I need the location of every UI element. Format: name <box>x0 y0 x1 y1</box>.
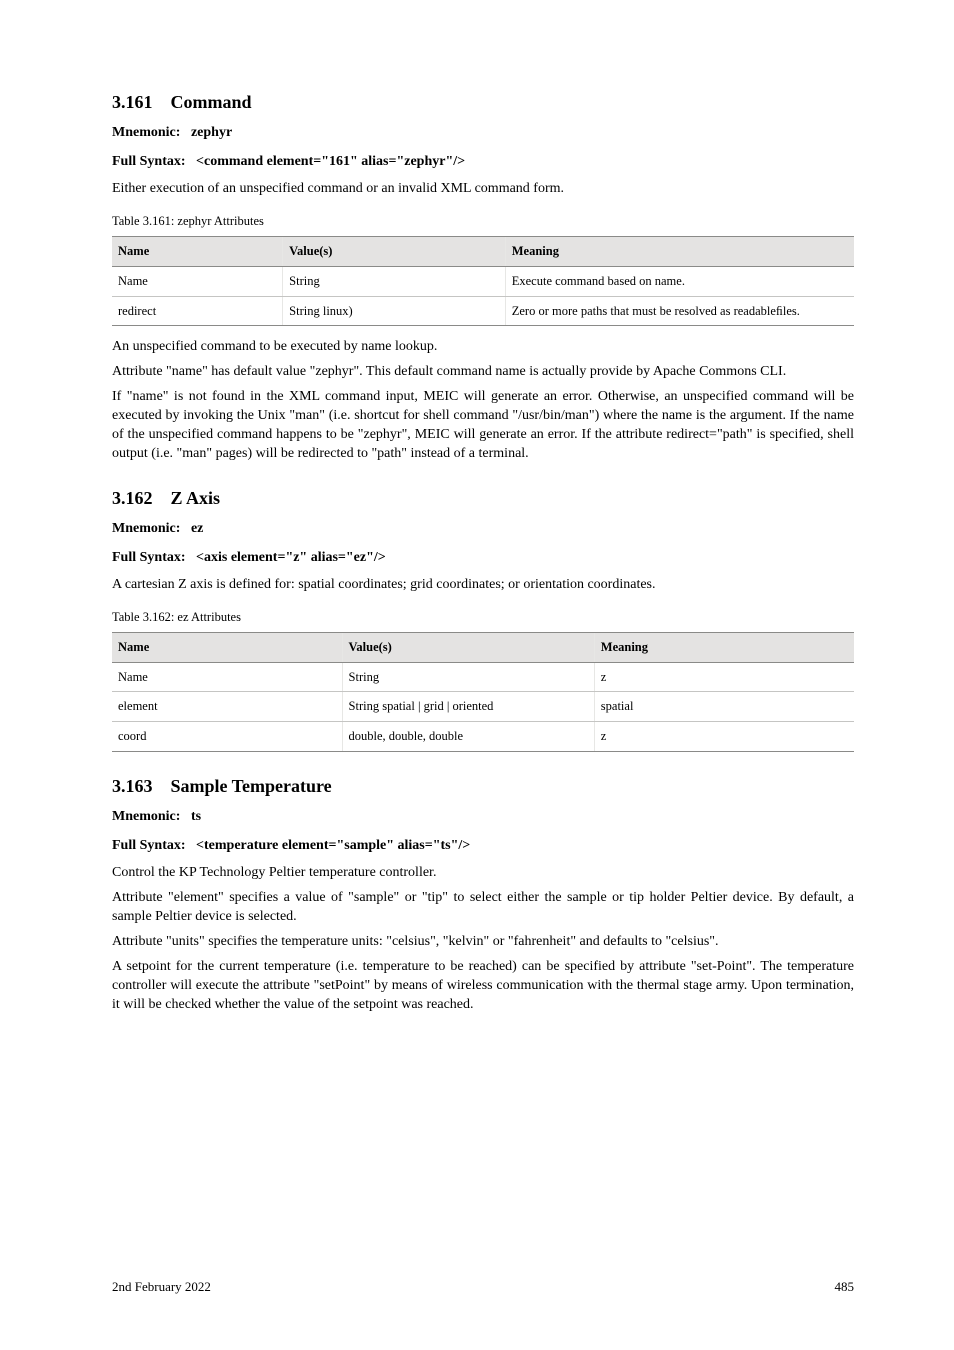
table-cell: String linux) <box>283 296 506 326</box>
attributes-table: Name Value(s) Meaning Name String Execut… <box>112 236 854 327</box>
table-row: coord double, double, double z <box>112 722 854 752</box>
attributes-table: Name Value(s) Meaning Name String z elem… <box>112 632 854 753</box>
mnemonic-label: Mnemonic: <box>112 125 180 140</box>
section-title-text: Command <box>171 92 252 112</box>
table-cell: String spatial | grid | oriented <box>342 692 594 722</box>
section-summary: Either execution of an unspecified comma… <box>112 180 854 199</box>
table-cell: z <box>594 662 854 692</box>
section-header: 3.161 Command Mnemonic: zephyr Full Synt… <box>112 90 854 199</box>
mnemonic-label: Mnemonic: <box>112 809 180 824</box>
mnemonic-label: Mnemonic: <box>112 521 180 536</box>
table-cell: coord <box>112 722 342 752</box>
table-header: Name <box>112 236 283 266</box>
full-syntax-label: Full Syntax: <box>112 154 186 169</box>
full-syntax-value: <temperature element="sample" alias="ts"… <box>196 838 470 853</box>
full-syntax-label: Full Syntax: <box>112 550 186 565</box>
table-header: Value(s) <box>342 632 594 662</box>
table-cell: spatial <box>594 692 854 722</box>
table-header: Meaning <box>505 236 854 266</box>
table-cell: Zero or more paths that must be resolved… <box>505 296 854 326</box>
table-cell: element <box>112 692 342 722</box>
full-syntax-value: <command element="161" alias="zephyr"/> <box>196 154 465 169</box>
table-cell: Execute command based on name. <box>505 266 854 296</box>
table-row: Name String Execute command based on nam… <box>112 266 854 296</box>
table-cell: double, double, double <box>342 722 594 752</box>
section-summary: Control the KP Technology Peltier temper… <box>112 864 854 883</box>
page-footer: 2nd February 2022 485 <box>0 1278 954 1296</box>
table-row: redirect String linux) Zero or more path… <box>112 296 854 326</box>
mnemonic-value: ez <box>191 521 203 536</box>
table-header-row: Name Value(s) Meaning <box>112 236 854 266</box>
body-paragraph: If "name" is not found in the XML comman… <box>112 388 854 464</box>
table-header: Meaning <box>594 632 854 662</box>
full-syntax-value: <axis element="z" alias="ez"/> <box>196 550 386 565</box>
section-summary: A cartesian Z axis is defined for: spati… <box>112 576 854 595</box>
full-syntax-label: Full Syntax: <box>112 838 186 853</box>
section-header: 3.162 Z Axis Mnemonic: ez Full Syntax: <… <box>112 486 854 595</box>
table-header-row: Name Value(s) Meaning <box>112 632 854 662</box>
section-number: 3.163 <box>112 776 153 796</box>
body-paragraph: Attribute "element" specifies a value of… <box>112 889 854 927</box>
section-header: 3.163 Sample Temperature Mnemonic: ts Fu… <box>112 774 854 883</box>
table-header: Value(s) <box>283 236 506 266</box>
table-row: element String spatial | grid | oriented… <box>112 692 854 722</box>
body-paragraph: An unspecified command to be executed by… <box>112 338 854 357</box>
table-cell: Name <box>112 662 342 692</box>
footer-date: 2nd February 2022 <box>112 1278 211 1296</box>
table-row: Name String z <box>112 662 854 692</box>
body-paragraph: Attribute "units" specifies the temperat… <box>112 933 854 952</box>
table-caption: Table 3.161: zephyr Attributes <box>112 213 854 230</box>
mnemonic-value: zephyr <box>191 125 232 140</box>
section-title-text: Sample Temperature <box>171 776 332 796</box>
table-cell: String <box>342 662 594 692</box>
table-cell: redirect <box>112 296 283 326</box>
table-cell: String <box>283 266 506 296</box>
footer-page-number: 485 <box>835 1278 855 1296</box>
section-number: 3.161 <box>112 92 153 112</box>
mnemonic-value: ts <box>191 809 201 824</box>
section-number: 3.162 <box>112 488 153 508</box>
table-cell: z <box>594 722 854 752</box>
table-header: Name <box>112 632 342 662</box>
table-cell: Name <box>112 266 283 296</box>
section-title-text: Z Axis <box>171 488 221 508</box>
body-paragraph: A setpoint for the current temperature (… <box>112 958 854 1015</box>
body-paragraph: Attribute "name" has default value "zeph… <box>112 363 854 382</box>
table-caption: Table 3.162: ez Attributes <box>112 609 854 626</box>
